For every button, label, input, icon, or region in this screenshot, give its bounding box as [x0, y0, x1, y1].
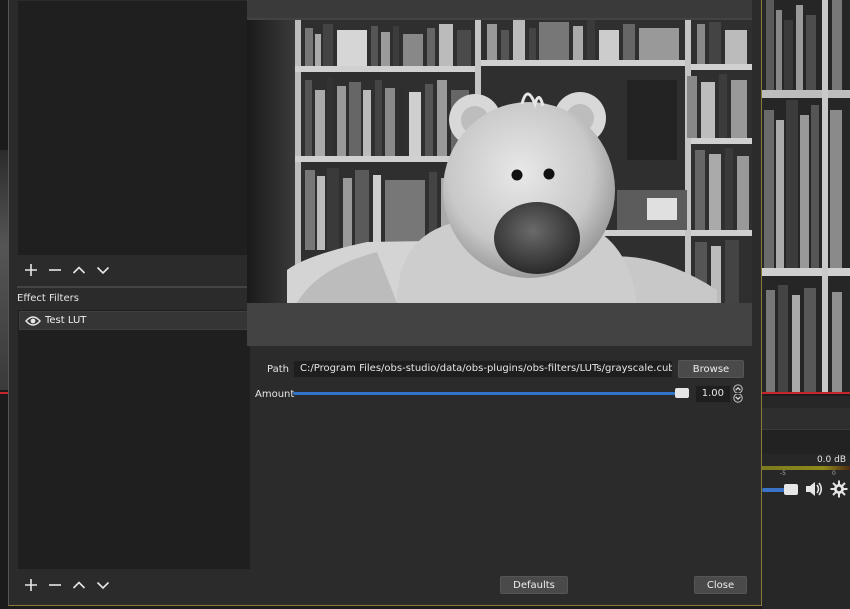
volume-slider-handle[interactable] [784, 484, 798, 495]
list-item[interactable]: Test LUT [19, 311, 249, 330]
path-input[interactable]: C:/Program Files/obs-studio/data/obs-plu… [293, 360, 673, 378]
move-down-icon [96, 581, 110, 590]
mixer-header [762, 408, 850, 430]
remove-effect-filter-button[interactable] [45, 575, 65, 595]
move-down-icon [96, 266, 110, 275]
close-button[interactable]: Close [694, 576, 747, 594]
speaker-icon[interactable] [804, 480, 824, 498]
eye-icon[interactable] [25, 315, 41, 327]
preview-border-line [0, 392, 8, 394]
amount-slider-track[interactable] [293, 392, 683, 395]
main-preview-partial [762, 0, 850, 394]
path-label: Path [267, 364, 289, 375]
remove-icon [49, 269, 61, 271]
audio-video-filters-toolbar [21, 260, 113, 280]
spin-down-icon[interactable] [731, 394, 745, 403]
main-preview-bookshelf-image [762, 0, 850, 392]
effect-filters-toolbar [21, 575, 113, 595]
amount-slider-handle[interactable] [675, 388, 689, 398]
move-filter-down-button[interactable] [93, 260, 113, 280]
mixer-toolbar [762, 430, 850, 454]
defaults-button[interactable]: Defaults [500, 576, 568, 594]
audio-video-filters-list[interactable] [17, 0, 251, 256]
main-window-mixer-partial: 0.0 dB -5 0 [762, 396, 850, 609]
amount-label: Amount [255, 389, 295, 400]
filters-dialog: Effect Filters Test LUT Path C:/Program … [8, 0, 762, 606]
main-preview-sliver [0, 150, 8, 390]
add-icon [25, 264, 37, 276]
meter-tick: 0 [832, 470, 836, 477]
filter-name: Test LUT [45, 315, 87, 326]
effect-filters-list[interactable]: Test LUT [17, 309, 251, 570]
move-up-icon [72, 266, 86, 274]
preview-top-strip [247, 0, 752, 18]
move-effect-filter-up-button[interactable] [69, 575, 89, 595]
add-effect-filter-button[interactable] [21, 575, 41, 595]
remove-filter-button[interactable] [45, 260, 65, 280]
add-filter-button[interactable] [21, 260, 41, 280]
filter-preview-area [247, 0, 752, 346]
panel-separator [17, 286, 251, 288]
move-up-icon [72, 581, 86, 589]
filter-preview-image [247, 20, 752, 303]
meter-tick: -5 [780, 470, 786, 477]
add-icon [25, 579, 37, 591]
remove-icon [49, 584, 61, 586]
filters-right-panel: Path C:/Program Files/obs-studio/data/ob… [247, 0, 752, 606]
amount-spinbox[interactable]: 1.00 [695, 385, 731, 403]
bear-bookshelf-image [247, 20, 752, 303]
move-filter-up-button[interactable] [69, 260, 89, 280]
browse-button[interactable]: Browse [678, 360, 744, 378]
audio-meter-ticks: -5 0 [762, 470, 850, 478]
move-effect-filter-down-button[interactable] [93, 575, 113, 595]
main-window-left-edge [0, 0, 8, 609]
filters-left-panel: Effect Filters Test LUT [17, 0, 251, 606]
effect-filters-label: Effect Filters [17, 293, 79, 304]
spin-up-icon[interactable] [731, 384, 745, 393]
gear-icon[interactable] [830, 480, 848, 498]
audio-level-label: 0.0 dB [816, 455, 846, 465]
